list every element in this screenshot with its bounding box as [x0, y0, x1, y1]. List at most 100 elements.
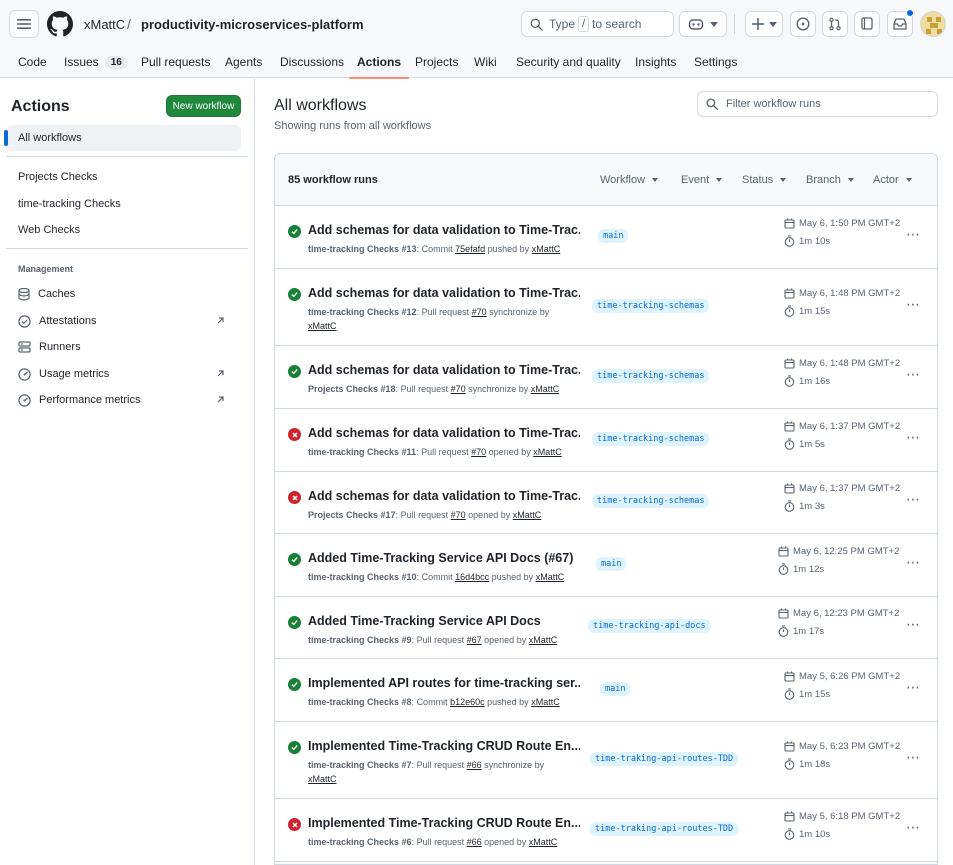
branch-label[interactable]: time-tracking-schemas [592, 432, 710, 446]
tab-pull-requests[interactable]: Pull requests [141, 46, 210, 78]
kebab-horizontal-icon[interactable]: ⋯ [906, 366, 920, 383]
tab-actions[interactable]: Actions [348, 46, 410, 79]
branch-filter-dropdown[interactable]: Branch [806, 174, 854, 186]
actor-filter-dropdown[interactable]: Actor [873, 174, 912, 186]
workflow-run-row[interactable]: Add schemas for data validation to Time-… [275, 346, 937, 409]
run-actor-link[interactable]: xMattC [531, 384, 560, 394]
tab-agents[interactable]: Agents [225, 46, 262, 78]
repo-owner-link[interactable]: xMattC [84, 17, 125, 32]
sidebar-item-all-workflows[interactable]: All workflows [4, 125, 241, 151]
repo-name-link[interactable]: productivity-microservices-platform [141, 17, 364, 32]
run-title-link[interactable]: Added Time-Tracking Service API Docs (#6… [308, 551, 573, 565]
run-title-link[interactable]: Added Time-Tracking Service API Docs [308, 614, 541, 628]
sidebar-item-caches[interactable]: Caches [6, 281, 241, 307]
sidebar-item-usage-metrics[interactable]: Usage metrics [6, 361, 241, 387]
kebab-horizontal-icon[interactable]: ⋯ [906, 616, 920, 633]
branch-label[interactable]: time-traking-api-routes-TDD [590, 822, 739, 836]
event-filter-dropdown[interactable]: Event [681, 174, 722, 186]
run-title-link[interactable]: Add schemas for data validation to Time-… [308, 489, 580, 503]
kebab-horizontal-icon[interactable]: ⋯ [906, 554, 920, 571]
run-ref-link[interactable]: #70 [451, 384, 466, 394]
new-workflow-button[interactable]: New workflow [166, 95, 241, 117]
workflow-run-row[interactable]: Implemented Time-Tracking CRUD Route En.… [275, 722, 937, 799]
server-icon [18, 341, 31, 353]
branch-label[interactable]: time-tracking-schemas [592, 494, 710, 508]
tab-projects[interactable]: Projects [415, 46, 458, 78]
run-actor-link[interactable]: xMattC [531, 697, 560, 707]
tab-insights[interactable]: Insights [635, 46, 676, 78]
kebab-horizontal-icon[interactable]: ⋯ [906, 491, 920, 508]
kebab-horizontal-icon[interactable]: ⋯ [906, 749, 920, 766]
run-title-link[interactable]: Implemented Time-Tracking CRUD Route En.… [308, 739, 580, 753]
user-avatar[interactable] [920, 11, 946, 37]
workflow-run-row[interactable]: Implemented Time-Tracking CRUD Route En.… [275, 799, 937, 862]
run-title-link[interactable]: Add schemas for data validation to Time-… [308, 426, 580, 440]
kebab-horizontal-icon[interactable]: ⋯ [906, 819, 920, 836]
workflow-run-row[interactable]: Added Time-Tracking Service API Docs time… [275, 597, 937, 659]
run-ref-link[interactable]: #66 [467, 837, 482, 847]
workflow-filter-dropdown[interactable]: Workflow [600, 174, 658, 186]
kebab-horizontal-icon[interactable]: ⋯ [906, 679, 920, 696]
workflow-run-row[interactable]: Added Time-Tracking Service API Docs (#6… [275, 534, 937, 597]
run-title-link[interactable]: Implemented Time-Tracking CRUD Route En.… [308, 816, 580, 830]
tab-code[interactable]: Code [18, 46, 47, 78]
branch-label[interactable]: time-tracking-schemas [592, 369, 710, 383]
run-title-link[interactable]: Add schemas for data validation to Time-… [308, 363, 580, 377]
sidebar-item-performance-metrics[interactable]: Performance metrics [6, 387, 241, 413]
run-workflow-name: time-tracking Checks #7 [308, 760, 412, 770]
tab-security-and-quality[interactable]: Security and quality [516, 46, 621, 78]
pull-requests-button[interactable] [822, 11, 848, 37]
menu-button[interactable] [9, 10, 39, 38]
sidebar-item-projects-checks[interactable]: Projects Checks [6, 164, 241, 190]
workflow-run-row[interactable]: Add schemas for data validation to Time-… [275, 269, 937, 346]
filter-workflow-runs-input[interactable]: Filter workflow runs [697, 91, 938, 117]
run-ref-link[interactable]: #70 [471, 447, 486, 457]
workflow-run-row[interactable]: Add schemas for data validation to Time-… [275, 472, 937, 534]
run-title-link[interactable]: Add schemas for data validation to Time-… [308, 223, 580, 237]
workflow-run-row[interactable]: Add schemas for data validation to Time-… [275, 409, 937, 472]
workflow-run-row[interactable]: Add schemas for data validation to Time-… [275, 206, 937, 269]
kebab-horizontal-icon[interactable]: ⋯ [906, 226, 920, 243]
run-actor-link[interactable]: xMattC [536, 572, 565, 582]
run-ref-link[interactable]: 75efafd [455, 244, 485, 254]
run-ref-link[interactable]: #70 [451, 510, 466, 520]
branch-label[interactable]: time-tracking-api-docs [588, 619, 711, 633]
tab-issues[interactable]: Issues 16 [64, 46, 128, 78]
branch-label[interactable]: main [598, 229, 629, 243]
tab-wiki[interactable]: Wiki [474, 46, 497, 78]
run-actor-link[interactable]: xMattC [529, 837, 558, 847]
status-filter-dropdown[interactable]: Status [742, 174, 786, 186]
sidebar-item-time-tracking-checks[interactable]: time-tracking Checks [6, 191, 241, 217]
sidebar-item-web-checks[interactable]: Web Checks [6, 217, 241, 243]
run-actor-link[interactable]: xMattC [308, 321, 337, 331]
run-title-link[interactable]: Add schemas for data validation to Time-… [308, 286, 580, 300]
sidebar-item-attestations[interactable]: Attestations [6, 308, 241, 334]
workflow-run-row[interactable]: Implemented API routes for time-tracking… [275, 659, 937, 722]
sidebar-item-runners[interactable]: Runners [6, 334, 241, 360]
run-title-link[interactable]: Implemented API routes for time-tracking… [308, 676, 580, 690]
repositories-button[interactable] [854, 11, 880, 37]
run-actor-link[interactable]: xMattC [529, 635, 558, 645]
kebab-horizontal-icon[interactable]: ⋯ [906, 296, 920, 313]
run-ref-link[interactable]: #70 [472, 307, 487, 317]
run-ref-link[interactable]: #66 [467, 760, 482, 770]
global-search-input[interactable]: Type / to search [521, 11, 674, 37]
kebab-horizontal-icon[interactable]: ⋯ [906, 429, 920, 446]
issues-button[interactable] [790, 11, 816, 37]
run-actor-link[interactable]: xMattC [533, 447, 562, 457]
branch-label[interactable]: main [600, 682, 631, 696]
branch-label[interactable]: time-traking-api-routes-TDD [590, 752, 739, 766]
create-new-button[interactable] [745, 11, 783, 37]
run-actor-link[interactable]: xMattC [532, 244, 561, 254]
branch-label[interactable]: time-tracking-schemas [592, 299, 710, 313]
copilot-button[interactable] [679, 11, 727, 37]
branch-label[interactable]: main [596, 557, 627, 571]
run-ref-link[interactable]: #67 [467, 635, 482, 645]
run-actor-link[interactable]: xMattC [308, 774, 337, 784]
run-ref-link[interactable]: b12e60c [450, 697, 485, 707]
tab-settings[interactable]: Settings [694, 46, 737, 78]
tab-discussions[interactable]: Discussions [280, 46, 344, 78]
github-logo-icon[interactable] [47, 11, 73, 37]
run-ref-link[interactable]: 16d4bcc [455, 572, 489, 582]
run-actor-link[interactable]: xMattC [513, 510, 542, 520]
